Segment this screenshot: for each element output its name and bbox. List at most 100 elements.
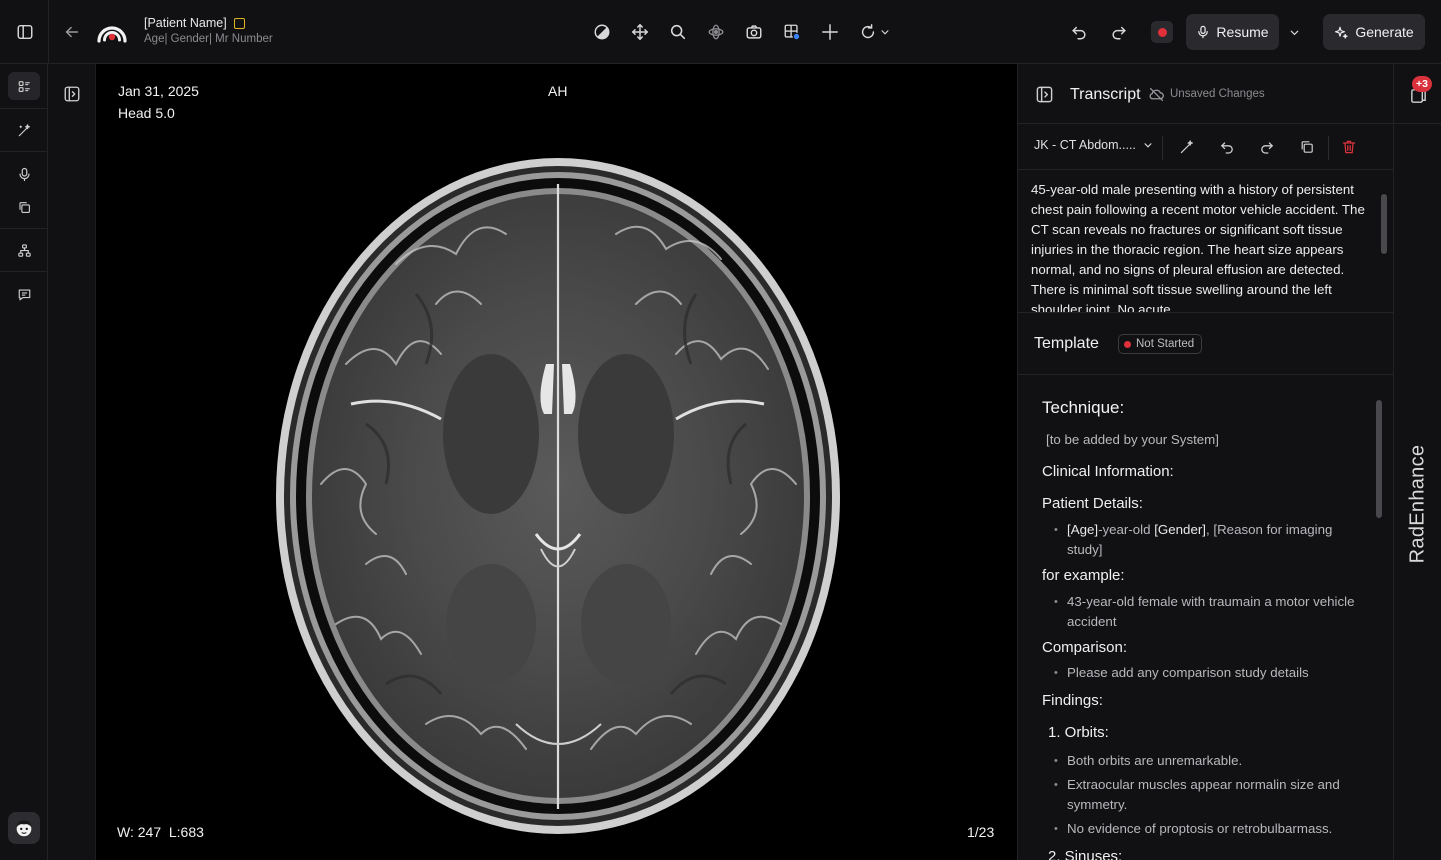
pan-move-icon[interactable]: [628, 20, 652, 44]
section-heading: for example:: [1042, 567, 1125, 584]
template-header: Template Not Started: [1018, 314, 1393, 375]
notification-badge: +3: [1412, 76, 1432, 92]
rotate-3d-icon[interactable]: [704, 20, 728, 44]
list-icon: [18, 80, 30, 92]
divider: [1162, 136, 1163, 160]
section-heading: Patient Details:: [1042, 495, 1143, 512]
resume-label: Resume: [1216, 24, 1269, 40]
unsaved-status: Unsaved Changes: [1170, 88, 1265, 100]
list-item: Please add any comparison study details: [1054, 663, 1367, 683]
expand-panel-icon[interactable]: [56, 80, 88, 108]
crosshair-icon[interactable]: [818, 20, 842, 44]
subsection-heading: 2. Sinuses:: [1048, 848, 1123, 860]
redo-icon[interactable]: [1107, 20, 1131, 44]
record-indicator[interactable]: [1151, 21, 1173, 43]
technique-text: [to be added by your System]: [1046, 432, 1219, 447]
list-item: [Age]-year-old [Gender], [Reason for ima…: [1054, 520, 1367, 560]
chevron-down-icon[interactable]: [876, 20, 894, 44]
user-avatar[interactable]: [8, 812, 40, 844]
generate-button[interactable]: Generate: [1323, 14, 1425, 50]
window-level: W: 247 L:683: [117, 824, 204, 840]
divider: [0, 151, 48, 152]
subsection-heading: 1. Orbits:: [1048, 724, 1109, 741]
divider: [0, 108, 48, 109]
microphone-icon: [1198, 25, 1209, 39]
brand-text: RadEnhance: [1406, 444, 1429, 564]
rail-item-magic[interactable]: [8, 116, 40, 144]
divider: [0, 228, 48, 229]
viewer-side-rail: [48, 64, 96, 860]
collapse-panel-icon[interactable]: [1033, 83, 1055, 105]
divider: [0, 271, 48, 272]
magic-wand-icon[interactable]: [1177, 137, 1197, 157]
orientation-marker: AH: [548, 83, 568, 99]
divider: [1328, 136, 1329, 160]
divider: [48, 0, 49, 64]
layout-grid-icon[interactable]: [780, 20, 804, 44]
transcript-toolbar: JK - CT Abdom.....: [1018, 124, 1393, 170]
left-navigation-rail: [0, 64, 48, 860]
template-title: Template: [1034, 335, 1099, 352]
list-item: Both orbits are unremarkable.: [1054, 751, 1367, 771]
cloud-offline-icon: [1148, 86, 1165, 103]
zoom-search-icon[interactable]: [666, 20, 690, 44]
list-item: 43-year-old female with traumain a motor…: [1054, 592, 1367, 632]
brand-label: RadEnhance: [1402, 444, 1434, 564]
back-arrow-icon[interactable]: [60, 20, 84, 44]
contrast-icon[interactable]: [590, 20, 614, 44]
trash-icon[interactable]: [1339, 137, 1359, 157]
list-item: Extraocular muscles appear normalin size…: [1054, 775, 1367, 815]
slice-counter: 1/23: [967, 824, 995, 840]
template-scrollbar[interactable]: [1376, 400, 1382, 518]
avatar-face-icon: [16, 820, 32, 837]
study-date: Jan 31, 2025: [118, 83, 199, 99]
transcript-header: Transcript Unsaved Changes: [1018, 64, 1393, 124]
sidebar-toggle-icon[interactable]: [12, 19, 38, 45]
rail-header: +3: [1394, 64, 1441, 124]
series-label: Head 5.0: [118, 105, 175, 121]
hierarchy-icon: [17, 243, 31, 257]
section-heading: Technique:: [1042, 398, 1125, 417]
copy-icon[interactable]: [1297, 137, 1317, 157]
mri-brain-image: [228, 116, 888, 860]
record-dot-icon: [1157, 27, 1167, 37]
list-item: No evidence of proptosis or retrobulbarm…: [1054, 819, 1367, 839]
transcript-scrollbar[interactable]: [1381, 194, 1387, 254]
section-heading: Comparison:: [1042, 639, 1128, 656]
rail-item-series-list[interactable]: [8, 72, 40, 100]
transcript-body[interactable]: 45-year-old male presenting with a histo…: [1018, 170, 1393, 313]
generate-label: Generate: [1355, 24, 1414, 40]
section-heading: Clinical Information:: [1042, 463, 1174, 480]
status-badge: Not Started: [1118, 334, 1203, 354]
sparkle-icon: [1335, 26, 1348, 39]
transcript-text[interactable]: 45-year-old male presenting with a histo…: [1031, 180, 1381, 312]
image-viewer[interactable]: Jan 31, 2025 Head 5.0 AH W: 247 L:683 1/…: [96, 64, 1017, 860]
resume-options-chevron-icon[interactable]: [1282, 20, 1306, 44]
chat-icon: [18, 288, 30, 300]
right-rail: +3 RadEnhance: [1393, 64, 1441, 860]
template-select[interactable]: JK - CT Abdom.....: [1034, 138, 1154, 152]
top-bar: [Patient Name] Age| Gender| Mr Number Re…: [0, 0, 1441, 64]
rail-item-messages[interactable]: [8, 280, 40, 308]
patient-meta: Age| Gender| Mr Number: [144, 33, 273, 45]
patient-name: [Patient Name]: [144, 16, 227, 30]
redo-icon[interactable]: [1257, 137, 1277, 157]
transcript-title: Transcript: [1070, 86, 1141, 103]
rail-item-hierarchy[interactable]: [8, 236, 40, 264]
template-select-value: JK - CT Abdom.....: [1034, 138, 1136, 152]
rail-item-dictation[interactable]: [8, 160, 40, 188]
magic-wand-icon: [18, 123, 30, 136]
patient-flag-icon[interactable]: [234, 18, 245, 29]
template-body[interactable]: Technique: [to be added by your System] …: [1018, 376, 1393, 860]
copy-icon: [18, 201, 30, 213]
app-logo-icon: [95, 15, 129, 49]
resume-button[interactable]: Resume: [1186, 14, 1279, 50]
microphone-icon: [18, 167, 30, 181]
rail-item-copy[interactable]: [8, 193, 40, 221]
report-panel: Transcript Unsaved Changes JK - CT Abdom…: [1017, 64, 1393, 860]
status-badge-label: Not Started: [1136, 338, 1195, 350]
undo-icon[interactable]: [1217, 137, 1237, 157]
undo-icon[interactable]: [1067, 20, 1091, 44]
section-heading: Findings:: [1042, 692, 1103, 709]
camera-icon[interactable]: [742, 20, 766, 44]
